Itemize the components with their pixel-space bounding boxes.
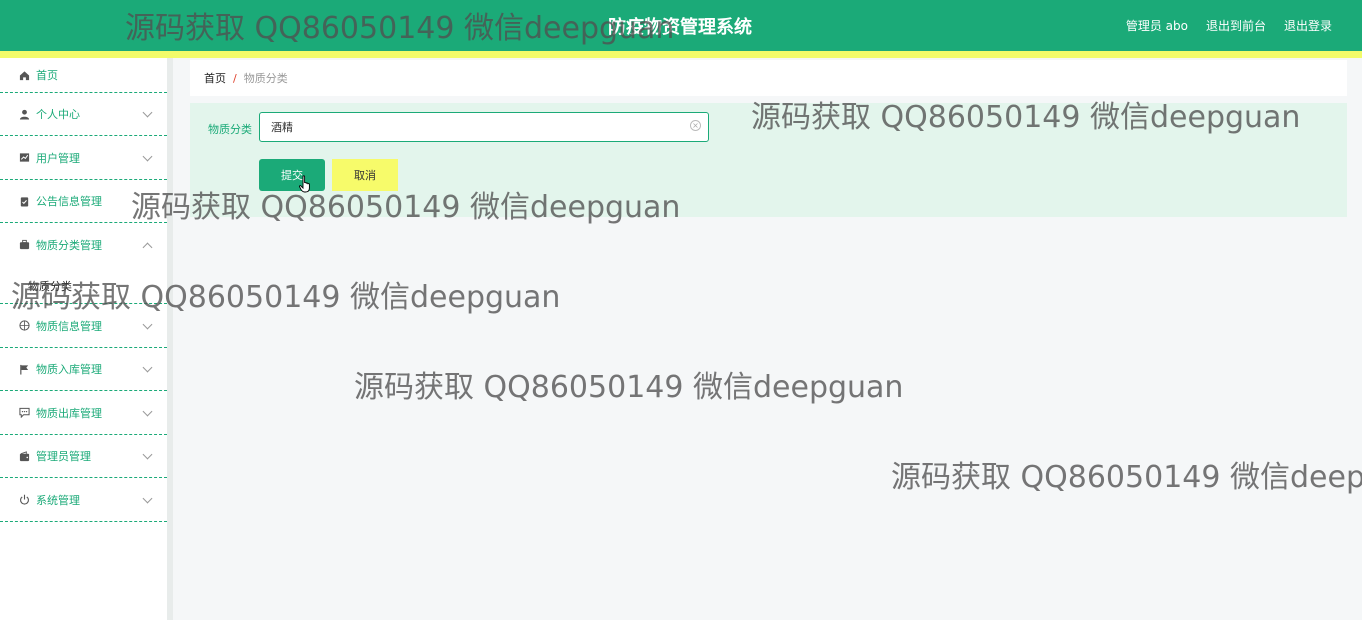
- app-title: 防疫物资管理系统: [608, 17, 752, 38]
- breadcrumb: 首页 / 物质分类: [190, 60, 1347, 96]
- sidebar-item-label: 个人中心: [36, 108, 80, 121]
- sidebar-item-label: 物质入库管理: [36, 363, 102, 376]
- sidebar-item-personal-center[interactable]: 个人中心: [0, 93, 167, 136]
- home-icon: [18, 69, 30, 81]
- category-input[interactable]: [259, 112, 709, 142]
- breadcrumb-separator: /: [233, 71, 237, 85]
- header-accent-stripe: [0, 51, 1362, 58]
- sidebar-item-material-info[interactable]: 物质信息管理: [0, 304, 167, 348]
- sidebar-item-label: 用户管理: [36, 151, 80, 165]
- sidebar-item-admin-management[interactable]: 管理员管理: [0, 435, 167, 478]
- clipboard-icon: [18, 195, 30, 207]
- breadcrumb-home[interactable]: 首页: [204, 70, 226, 86]
- chart-icon: [18, 152, 30, 164]
- compass-icon: [18, 320, 30, 332]
- clear-input-icon[interactable]: ×: [690, 120, 701, 131]
- chevron-up-icon: [142, 242, 153, 252]
- user-icon: [18, 108, 30, 120]
- chevron-down-icon: [142, 406, 153, 416]
- header-links: 管理员 abo 退出到前台 退出登录: [1126, 17, 1332, 34]
- sidebar-subitem-category[interactable]: 物质分类: [0, 260, 167, 304]
- logout-link[interactable]: 退出登录: [1284, 17, 1332, 34]
- power-icon: [18, 494, 30, 506]
- sidebar-item-label: 公告信息管理: [36, 195, 102, 208]
- sidebar-item-label: 首页: [36, 69, 58, 82]
- top-header: 防疫物资管理系统 管理员 abo 退出到前台 退出登录: [0, 0, 1362, 51]
- admin-user-label[interactable]: 管理员 abo: [1126, 17, 1188, 34]
- back-to-frontend-link[interactable]: 退出到前台: [1206, 17, 1266, 34]
- cancel-button[interactable]: 取消: [332, 159, 398, 191]
- sidebar-item-system-management[interactable]: 系统管理: [0, 478, 167, 522]
- flag-icon: [18, 363, 30, 375]
- chevron-down-icon: [142, 151, 153, 161]
- sidebar-item-home[interactable]: 首页: [0, 58, 167, 93]
- briefcase-icon: [18, 239, 30, 251]
- chevron-down-icon: [142, 107, 153, 118]
- chevron-down-icon: [142, 319, 153, 329]
- sidebar-item-label: 物质出库管理: [36, 406, 102, 420]
- category-field-label: 物质分类: [208, 123, 252, 136]
- submit-button[interactable]: 提交: [259, 159, 325, 191]
- sidebar-divider: [167, 58, 173, 620]
- sidebar-item-label: 物质信息管理: [36, 319, 102, 333]
- watermark-text: 源码获取 QQ86050149 微信deepguan: [354, 370, 904, 405]
- chevron-down-icon: [142, 493, 153, 503]
- pointer-cursor-icon: [299, 175, 313, 197]
- sidebar-item-notice-management[interactable]: 公告信息管理: [0, 180, 167, 223]
- sidebar-item-label: 系统管理: [36, 493, 80, 507]
- sidebar-item-user-management[interactable]: 用户管理: [0, 136, 167, 180]
- wallet-icon: [18, 450, 30, 462]
- breadcrumb-current: 物质分类: [243, 72, 288, 85]
- chevron-down-icon: [142, 449, 153, 460]
- sidebar-item-label: 物质分类管理: [36, 238, 102, 252]
- sidebar-subitem-label: 物质分类: [28, 280, 72, 293]
- sidebar-item-outbound-management[interactable]: 物质出库管理: [0, 391, 167, 435]
- chevron-down-icon: [142, 362, 153, 373]
- chat-icon: [18, 407, 30, 419]
- watermark-text: 源码获取 QQ86050149 微信deepguan: [891, 460, 1362, 495]
- sidebar-item-inbound-management[interactable]: 物质入库管理: [0, 348, 167, 391]
- sidebar-item-label: 管理员管理: [36, 450, 91, 463]
